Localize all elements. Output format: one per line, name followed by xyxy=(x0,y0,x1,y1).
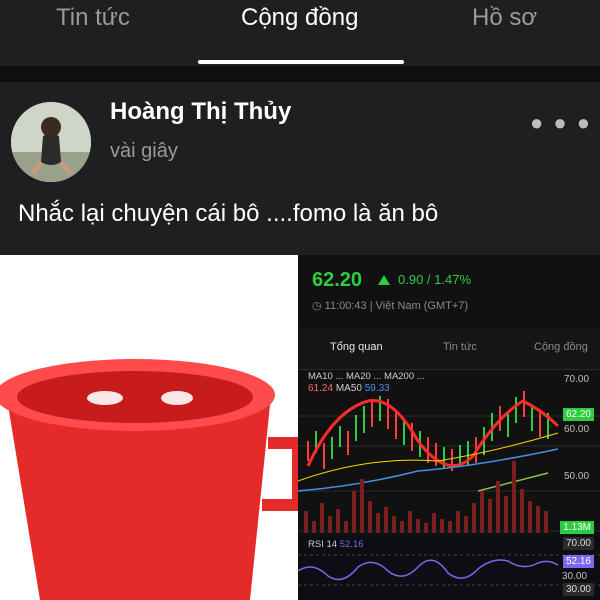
stock-subtabs: Tổng quan Tin tức Cộng đồng xyxy=(298,327,600,370)
tab-ho-so[interactable]: Hồ sơ xyxy=(472,4,537,32)
red-potty-image xyxy=(0,255,298,600)
ma-label-2: MA50 xyxy=(335,383,362,394)
volume-label: 1.13M xyxy=(560,521,594,534)
avatar[interactable] xyxy=(11,102,91,182)
stock-price: 62.20 xyxy=(312,269,363,291)
y-tick-60: 60.00 xyxy=(564,424,590,435)
y-tick-50: 50.00 xyxy=(564,471,590,482)
rsi-tick-30: 30.00 xyxy=(562,571,588,582)
tab-cong-dong[interactable]: Cộng đồng xyxy=(241,4,358,32)
ma-value-1: 61.24 xyxy=(308,383,334,394)
y-tick-70: 70.00 xyxy=(564,374,590,385)
post-text: Nhắc lại chuyện cái bô ....fomo là ăn bô xyxy=(18,200,439,227)
ma-value-2: 59.33 xyxy=(364,383,390,394)
subtab-cong-dong[interactable]: Cộng đồng xyxy=(534,341,588,353)
active-tab-indicator xyxy=(198,60,404,64)
rsi-label: RSI 14 52.16 xyxy=(308,539,363,550)
clock-icon: ◷ xyxy=(312,300,325,312)
rsi-current: 52.16 xyxy=(562,555,594,568)
stock-change: 0.90 / 1.47% xyxy=(398,272,471,287)
post-card: Hoàng Thị Thủy vài giây ● ● ● Nhắc lại c… xyxy=(0,82,600,600)
price-label: 62.20 xyxy=(562,408,594,421)
ma-line-1: MA10 ... MA20 ... MA200 ... xyxy=(308,371,425,382)
rsi-tick-30-box: 30.00 xyxy=(562,583,594,596)
post-image[interactable]: 62.20 0.90 / 1.47% ◷ 11:00:43 | Việt Nam… xyxy=(0,255,600,600)
stock-timestamp: ◷ 11:00:43 | Việt Nam (GMT+7) xyxy=(312,299,468,312)
price-chart[interactable]: MA10 ... MA20 ... MA200 ... 61.24 MA50 5… xyxy=(297,371,600,600)
more-horizontal-icon[interactable]: ● ● ● xyxy=(530,110,592,136)
tab-tin-tuc[interactable]: Tin tức xyxy=(56,4,130,32)
post-time: vài giây xyxy=(110,140,178,162)
top-tab-bar: Tin tức Cộng đồng Hồ sơ xyxy=(0,0,600,66)
up-arrow-icon xyxy=(378,275,390,285)
subtab-tong-quan[interactable]: Tổng quan xyxy=(330,341,383,353)
author-name[interactable]: Hoàng Thị Thủy xyxy=(110,98,291,126)
rsi-value-inline: 52.16 xyxy=(339,539,364,550)
rsi-title: RSI 14 xyxy=(308,539,338,550)
section-divider xyxy=(0,66,600,82)
subtab-tin-tuc[interactable]: Tin tức xyxy=(443,341,477,353)
stock-panel: 62.20 0.90 / 1.47% ◷ 11:00:43 | Việt Nam… xyxy=(297,255,600,600)
ma-values: 61.24 MA50 59.33 xyxy=(308,383,390,394)
rsi-tick-70: 70.00 xyxy=(562,537,594,550)
timestamp-text: 11:00:43 | Việt Nam (GMT+7) xyxy=(324,300,469,312)
